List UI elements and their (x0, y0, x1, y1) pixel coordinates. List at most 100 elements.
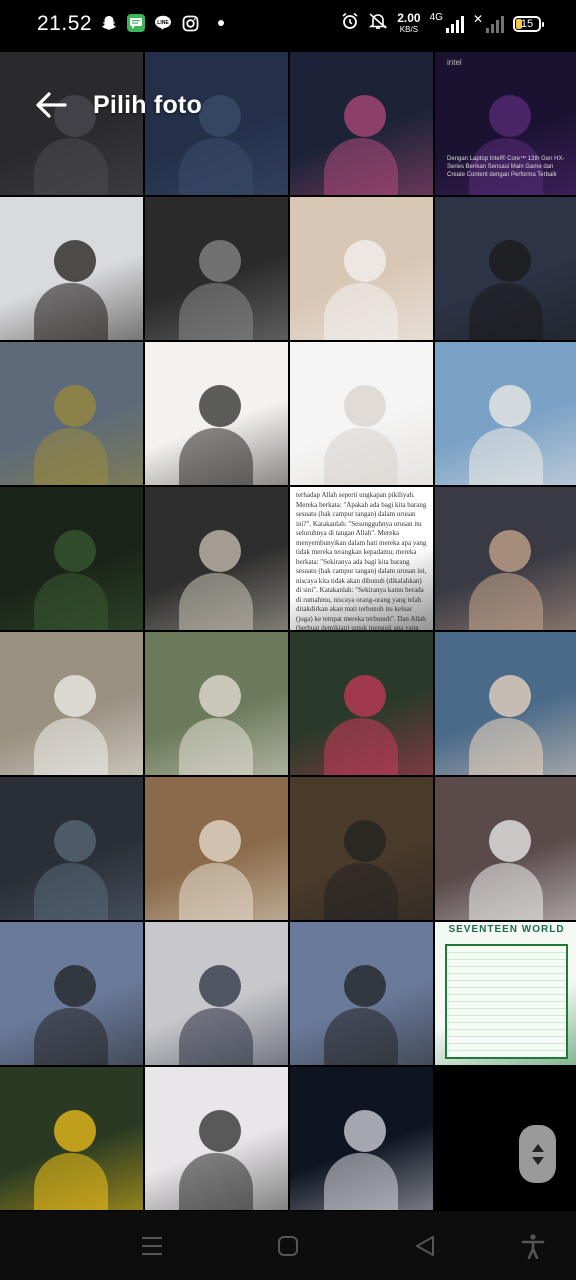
snapchat-icon (100, 14, 118, 32)
photo-thumbnail[interactable] (290, 1067, 433, 1210)
accessibility-icon (521, 1234, 545, 1260)
photo-thumbnail[interactable] (435, 342, 576, 485)
photo-thumbnail[interactable]: terhadap Allah seperti ungkapan pikiliya… (290, 487, 433, 630)
photo-subject (489, 674, 532, 717)
photo-subject (199, 674, 242, 717)
photo-thumbnail[interactable] (290, 197, 433, 340)
photo-thumbnail[interactable] (145, 487, 288, 630)
fast-scroll-handle[interactable] (519, 1125, 556, 1183)
photo-thumbnail[interactable] (0, 487, 143, 630)
photo-thumbnail[interactable] (0, 197, 143, 340)
photo-subject (489, 239, 532, 282)
photo-thumbnail[interactable] (290, 342, 433, 485)
photo-subject (199, 94, 242, 137)
photo-thumbnail[interactable] (145, 632, 288, 775)
photo-subject (344, 964, 387, 1007)
photo-subject-body (179, 1007, 254, 1065)
photo-thumbnail[interactable] (435, 197, 576, 340)
photo-subject (344, 94, 387, 137)
home-button[interactable] (273, 1233, 303, 1259)
network-speed-unit: KB/S (399, 24, 419, 34)
instagram-icon (181, 14, 199, 32)
photo-thumbnail[interactable]: intel Dengan Laptop Intel® Core™ 13th Gen… (435, 52, 576, 195)
photo-subject-body (324, 1152, 399, 1210)
photo-subject-body (324, 717, 399, 775)
menu-icon (142, 1237, 162, 1255)
photo-schedule-title: SEVENTEEN WORLD (448, 924, 565, 935)
photo-thumbnail[interactable] (0, 777, 143, 920)
photo-subject (54, 239, 97, 282)
photo-subject-body (34, 137, 109, 195)
photo-subject-body (34, 282, 109, 340)
photo-subject-body (179, 282, 254, 340)
svg-text:LINE: LINE (157, 20, 169, 26)
photo-subject (344, 1109, 387, 1152)
arrow-left-icon (36, 92, 67, 118)
photo-thumbnail[interactable] (0, 1067, 143, 1210)
accessibility-button[interactable] (518, 1233, 548, 1260)
photo-thumbnail[interactable] (145, 52, 288, 195)
photo-subject (199, 819, 242, 862)
alarm-icon (341, 12, 359, 35)
photo-subject-body (469, 572, 544, 630)
back-triangle-icon (416, 1236, 434, 1256)
photo-subject (199, 239, 242, 282)
photo-subject (54, 529, 97, 572)
photo-subject-body (469, 427, 544, 485)
photo-subject (54, 1109, 97, 1152)
home-icon (278, 1236, 298, 1256)
photo-subject (54, 964, 97, 1007)
photo-subject-body (34, 717, 109, 775)
photo-subject (199, 1109, 242, 1152)
messages-icon (127, 14, 145, 32)
photo-thumbnail[interactable] (435, 777, 576, 920)
photo-subject (489, 529, 532, 572)
photo-subject (199, 964, 242, 1007)
photo-subject-body (324, 427, 399, 485)
photo-thumbnail[interactable] (145, 342, 288, 485)
back-nav-button[interactable] (411, 1233, 441, 1259)
mute-icon (368, 12, 388, 35)
photo-thumbnail[interactable] (290, 632, 433, 775)
photo-subject-body (34, 427, 109, 485)
photo-subject (54, 674, 97, 717)
photo-thumbnail[interactable] (0, 922, 143, 1065)
photo-subject-body (469, 862, 544, 920)
photo-subject-body (179, 137, 254, 195)
photo-subject-body (324, 282, 399, 340)
photo-thumbnail[interactable] (290, 777, 433, 920)
photo-ad-logo: intel (447, 58, 462, 67)
photo-subject (199, 529, 242, 572)
photo-thumbnail[interactable] (145, 1067, 288, 1210)
network-speed-value: 2.00 (397, 10, 421, 25)
photo-thumbnail[interactable] (145, 922, 288, 1065)
photo-subject-body (179, 572, 254, 630)
photo-subject-body (324, 862, 399, 920)
photo-thumbnail[interactable] (0, 342, 143, 485)
no-signal-icon: ✕ (472, 11, 483, 26)
photo-thumbnail[interactable] (145, 777, 288, 920)
photo-subject-body (469, 717, 544, 775)
photo-thumbnail[interactable] (290, 922, 433, 1065)
recent-apps-button[interactable] (137, 1233, 167, 1259)
photo-thumbnail[interactable] (290, 52, 433, 195)
photo-subject-body (179, 1152, 254, 1210)
photo-thumbnail[interactable] (435, 632, 576, 775)
triangle-up-icon (531, 1143, 544, 1152)
battery-icon: 15 (513, 15, 544, 32)
photo-thumbnail[interactable] (145, 197, 288, 340)
network-type: 4G (429, 12, 443, 23)
photo-subject-body (34, 1007, 109, 1065)
photo-subject-body (34, 1152, 109, 1210)
photo-subject (344, 674, 387, 717)
photo-thumbnail[interactable] (435, 487, 576, 630)
photo-thumbnail[interactable] (0, 632, 143, 775)
photo-thumbnail[interactable]: SEVENTEEN WORLD (435, 922, 576, 1065)
photo-subject (489, 384, 532, 427)
photo-subject (344, 384, 387, 427)
photo-thumbnail[interactable] (0, 52, 143, 195)
photo-subject-body (324, 137, 399, 195)
triangle-down-icon (531, 1156, 544, 1165)
photo-subject (344, 239, 387, 282)
back-button[interactable] (33, 90, 69, 120)
